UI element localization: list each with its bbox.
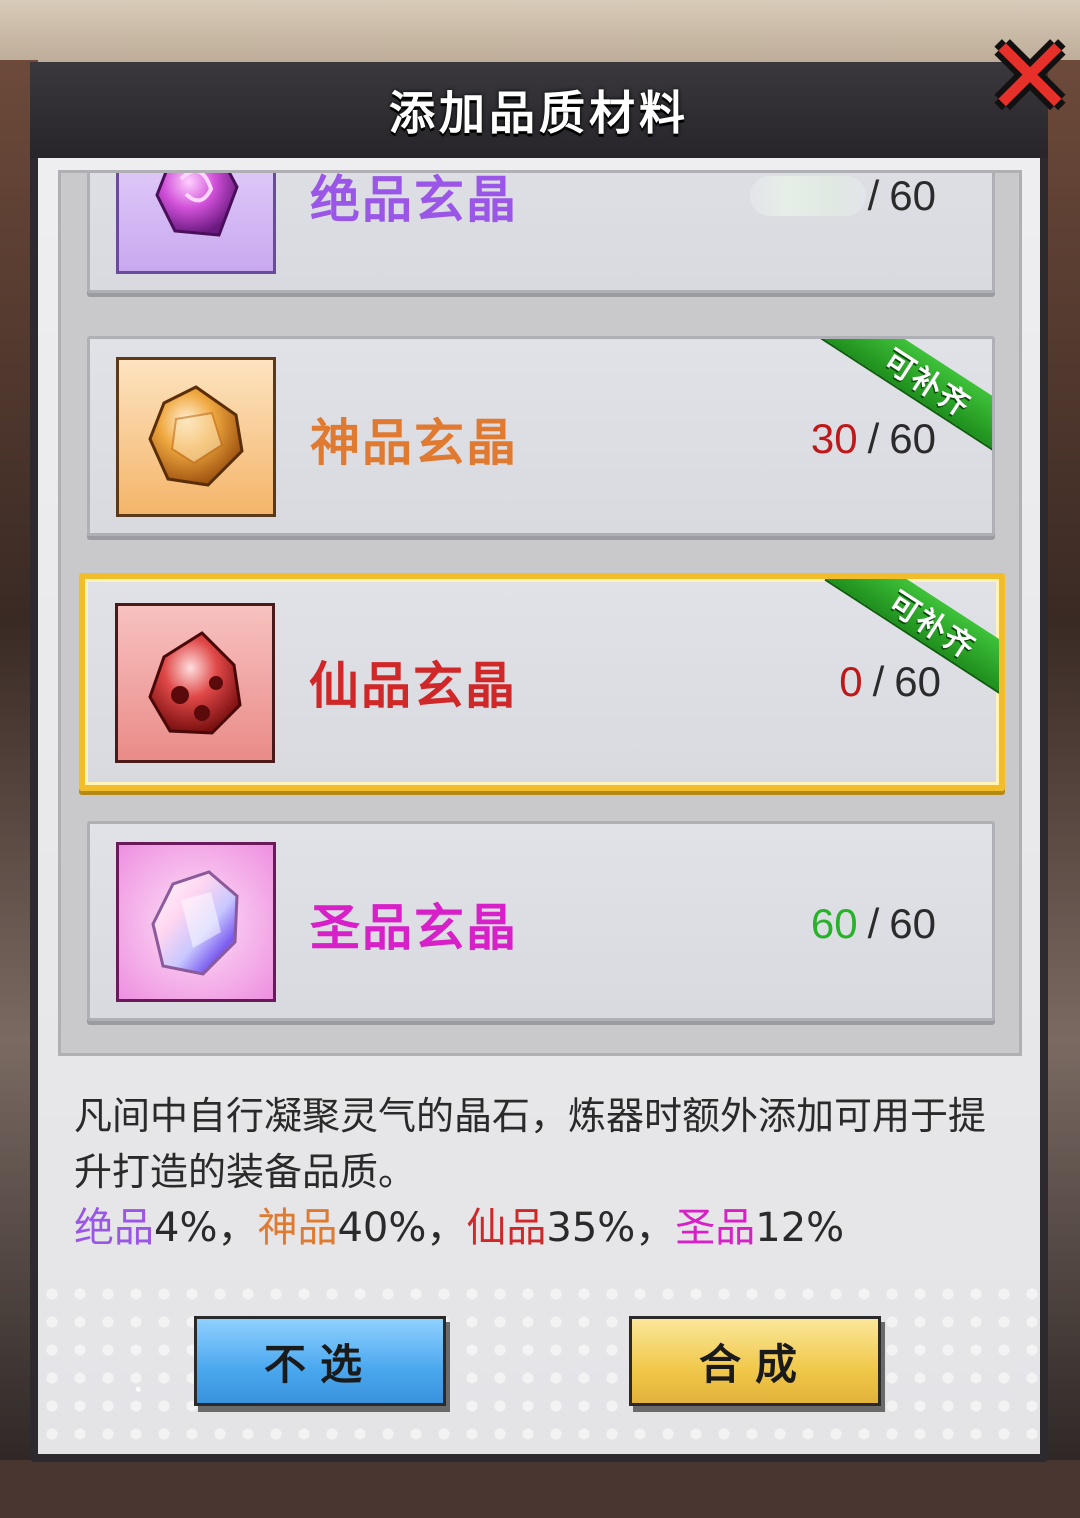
material-count: 0 / 60	[749, 173, 936, 290]
hidden-count: 0	[749, 176, 866, 216]
quality-rates: 绝品4%，神品40%，仙品35%，圣品12%	[74, 1205, 845, 1251]
red-crystal-icon	[115, 603, 275, 763]
background-arch	[0, 0, 1080, 70]
amber-crystal-icon	[116, 357, 276, 517]
purple-crystal-icon	[116, 173, 276, 274]
material-card-jue[interactable]: 绝品玄晶 0 / 60	[87, 171, 995, 293]
material-description: 凡间中自行凝聚灵气的晶石，炼器时额外添加可用于提升打造的装备品质。 绝品4%，神…	[74, 1088, 994, 1256]
material-card-sheng[interactable]: 圣品玄晶 60 / 60	[87, 821, 995, 1021]
decorative-pattern	[38, 1280, 1042, 1455]
material-name: 圣品玄晶	[310, 899, 518, 957]
material-name: 神品玄晶	[310, 414, 518, 472]
description-text: 凡间中自行凝聚灵气的晶石，炼器时额外添加可用于提升打造的装备品质。	[74, 1094, 987, 1194]
close-x-icon: ✕	[984, 15, 1076, 140]
dialog-title: 添加品质材料	[389, 86, 689, 140]
background-pillar-right	[1044, 60, 1080, 1460]
material-count: 60 / 60	[810, 900, 936, 947]
material-card-shen[interactable]: 神品玄晶 30 / 60 可补齐	[87, 336, 995, 536]
background-floor	[0, 1460, 1080, 1518]
material-name: 绝品玄晶	[310, 171, 518, 229]
close-button[interactable]: ✕	[980, 24, 1080, 132]
rainbow-crystal-icon	[116, 842, 276, 1002]
deselect-button[interactable]: 不选	[194, 1316, 446, 1406]
synthesize-button[interactable]: 合成	[629, 1316, 881, 1406]
dialog-header: 添加品质材料	[30, 62, 1048, 158]
material-list[interactable]: 绝品玄晶 0 / 60 神品玄晶 30	[58, 170, 1022, 1056]
material-name: 仙品玄晶	[309, 657, 517, 715]
material-card-xian[interactable]: 仙品玄晶 0 / 60 可补齐	[79, 573, 1005, 791]
